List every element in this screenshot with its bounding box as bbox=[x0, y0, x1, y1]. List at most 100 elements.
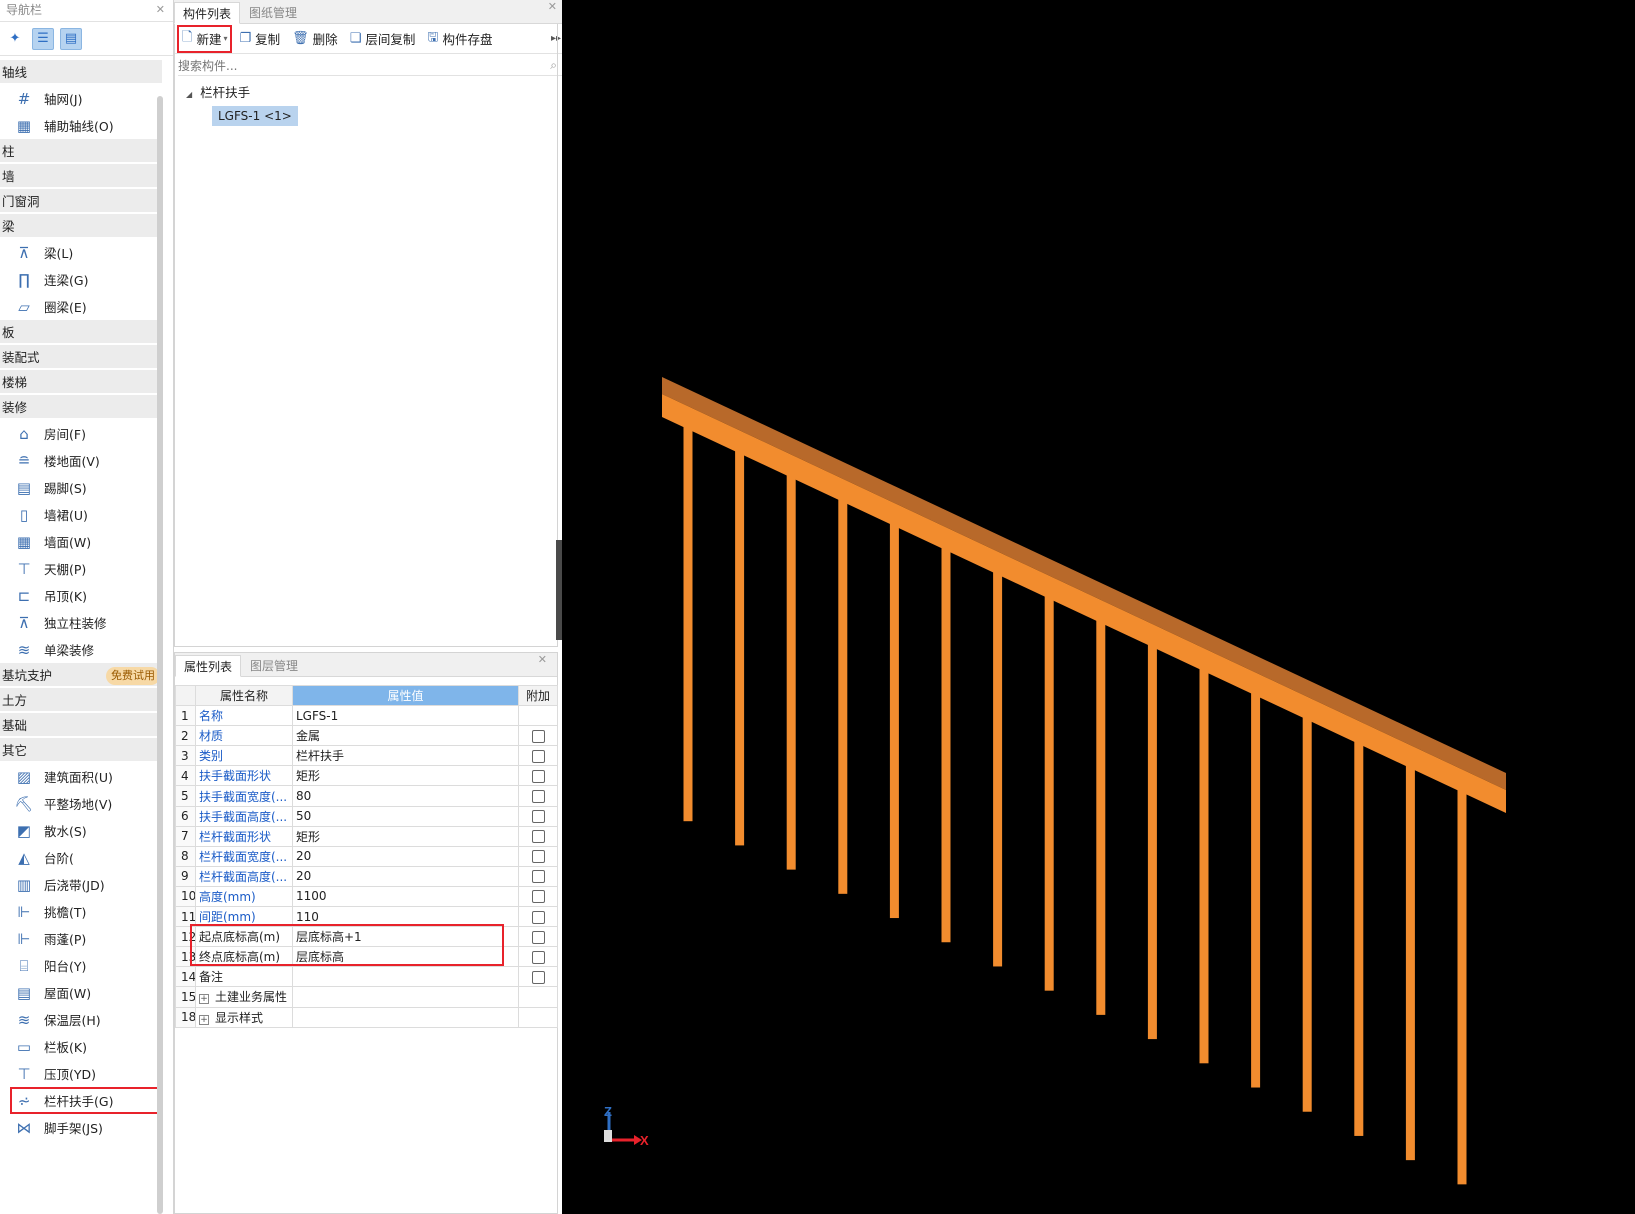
nav-item[interactable]: ⊼ 梁(L) bbox=[0, 239, 162, 266]
nav-category[interactable]: 楼梯 bbox=[0, 370, 162, 395]
nav-category[interactable]: 梁 bbox=[0, 214, 162, 239]
nav-item[interactable]: ⊤ 天棚(P) bbox=[0, 555, 162, 582]
nav-item[interactable]: ▥ 后浇带(JD) bbox=[0, 871, 162, 898]
nav-item[interactable]: ▦ 辅助轴线(O) bbox=[0, 112, 162, 139]
nav-item[interactable]: ▭ 栏板(K) bbox=[0, 1033, 162, 1060]
nav-item[interactable]: ⊏ 吊顶(K) bbox=[0, 582, 162, 609]
delete-button[interactable]: 🗑 删除 bbox=[288, 26, 342, 52]
property-value[interactable]: 层底标高+1 bbox=[292, 926, 519, 948]
list-view-icon[interactable]: ☰ bbox=[32, 27, 54, 50]
property-value[interactable] bbox=[292, 966, 519, 988]
property-value[interactable]: 110 bbox=[292, 906, 519, 928]
extra-checkbox[interactable] bbox=[531, 769, 545, 783]
property-value[interactable]: 矩形 bbox=[292, 765, 519, 787]
extra-checkbox[interactable] bbox=[531, 910, 545, 924]
nav-category[interactable]: 装修 bbox=[0, 395, 162, 420]
property-row[interactable]: 18 + 显示样式 bbox=[175, 1006, 558, 1028]
property-value[interactable] bbox=[292, 986, 519, 1008]
tab-layer-management[interactable]: 图层管理 bbox=[241, 654, 307, 676]
nav-item[interactable]: ▨ 建筑面积(U) bbox=[0, 763, 162, 790]
nav-item[interactable]: ≋ 单梁装修 bbox=[0, 636, 162, 663]
nav-category[interactable]: 基坑支护 免费试用 bbox=[0, 663, 162, 688]
expand-icon[interactable]: + bbox=[199, 994, 209, 1005]
extra-checkbox[interactable] bbox=[531, 950, 545, 964]
property-row[interactable]: 10 高度(mm) 1100 bbox=[175, 885, 558, 908]
3d-viewport[interactable]: XZ bbox=[562, 0, 1635, 1214]
nav-category[interactable]: 墙 bbox=[0, 164, 162, 189]
extra-checkbox[interactable] bbox=[531, 729, 545, 743]
copy-button[interactable]: ❐ 复制 bbox=[235, 26, 284, 52]
extra-checkbox[interactable] bbox=[531, 749, 545, 763]
search-icon[interactable]: ⌕ bbox=[550, 58, 557, 73]
nav-category[interactable]: 轴线 bbox=[0, 60, 162, 85]
extra-checkbox[interactable] bbox=[531, 830, 545, 844]
property-row[interactable]: 1 名称 LGFS-1 bbox=[175, 705, 558, 727]
extra-checkbox[interactable] bbox=[531, 870, 545, 884]
extra-checkbox[interactable] bbox=[531, 790, 545, 804]
property-row[interactable]: 11 间距(mm) 110 bbox=[175, 906, 558, 928]
nav-item[interactable]: ▤ 屋面(W) bbox=[0, 979, 162, 1006]
detail-view-icon[interactable]: ▤ bbox=[60, 27, 82, 50]
nav-item[interactable]: ≘ 楼地面(V) bbox=[0, 447, 162, 474]
nav-item[interactable]: ⌸ 阳台(Y) bbox=[0, 952, 162, 979]
property-row[interactable]: 12 起点底标高(m) 层底标高+1 bbox=[175, 926, 558, 948]
nav-scrollbar[interactable] bbox=[157, 96, 163, 1214]
free-trial-badge[interactable]: 免费试用 bbox=[106, 667, 160, 685]
nav-category[interactable]: 土方 bbox=[0, 688, 162, 713]
property-value[interactable]: 20 bbox=[292, 845, 519, 867]
nav-item[interactable]: ◭ 台阶( bbox=[0, 844, 162, 871]
extra-checkbox[interactable] bbox=[531, 850, 545, 864]
property-row[interactable]: 6 扶手截面高度(... 50 bbox=[175, 805, 558, 827]
tab-component-list[interactable]: 构件列表 bbox=[174, 2, 241, 24]
nav-item[interactable]: ◩ 散水(S) bbox=[0, 817, 162, 844]
property-row[interactable]: 14 备注 bbox=[175, 966, 558, 988]
expand-icon[interactable]: + bbox=[199, 1014, 209, 1025]
nav-category[interactable]: 板 bbox=[0, 320, 162, 345]
search-input[interactable] bbox=[178, 58, 551, 73]
property-row[interactable]: 9 栏杆截面高度(... 20 bbox=[175, 865, 558, 887]
tab-drawing-management[interactable]: 图纸管理 bbox=[240, 1, 306, 23]
extra-checkbox[interactable] bbox=[531, 890, 545, 904]
property-row[interactable]: 8 栏杆截面宽度(... 20 bbox=[175, 845, 558, 867]
toolbar-more-icon[interactable]: ▸▸ bbox=[551, 33, 561, 44]
nav-category[interactable]: 柱 bbox=[0, 139, 162, 164]
nav-item[interactable]: ⋈ 脚手架(JS) bbox=[0, 1114, 162, 1141]
nav-category[interactable]: 其它 bbox=[0, 738, 162, 763]
nav-item[interactable]: ▤ 踢脚(S) bbox=[0, 474, 162, 501]
collapse-arrow-icon[interactable]: ◢ bbox=[186, 90, 192, 99]
nav-item[interactable]: ∏ 连梁(G) bbox=[0, 266, 162, 293]
tree-group-railing[interactable]: ◢ 栏杆扶手 bbox=[186, 82, 567, 104]
property-row[interactable]: 7 栏杆截面形状 矩形 bbox=[175, 825, 558, 847]
property-value[interactable]: 矩形 bbox=[292, 825, 519, 847]
property-value[interactable]: 50 bbox=[292, 805, 519, 827]
extra-checkbox[interactable] bbox=[531, 810, 545, 824]
property-value[interactable]: 80 bbox=[292, 785, 519, 807]
property-row[interactable]: 3 类别 栏杆扶手 bbox=[175, 745, 558, 767]
nav-item[interactable]: ≋ 保温层(H) bbox=[0, 1006, 162, 1033]
nav-item[interactable]: ⊤ 压顶(YD) bbox=[0, 1060, 162, 1087]
nav-item[interactable]: ⊩ 挑檐(T) bbox=[0, 898, 162, 925]
new-button[interactable]: 🗋 新建 ▾ bbox=[176, 24, 233, 53]
property-row[interactable]: 5 扶手截面宽度(... 80 bbox=[175, 785, 558, 807]
close-icon[interactable]: ✕ bbox=[156, 0, 165, 20]
nav-category[interactable]: 装配式 bbox=[0, 345, 162, 370]
nav-category[interactable]: 门窗洞 bbox=[0, 189, 162, 214]
save-component-button[interactable]: 🖫 构件存盘 bbox=[423, 26, 496, 52]
property-row[interactable]: 13 终点底标高(m) 层底标高 bbox=[175, 946, 558, 968]
property-value[interactable]: 层底标高 bbox=[292, 946, 519, 968]
property-row[interactable]: 15 + 土建业务属性 bbox=[175, 986, 558, 1008]
nav-item[interactable]: ⊩ 雨蓬(P) bbox=[0, 925, 162, 952]
extra-checkbox[interactable] bbox=[531, 970, 545, 984]
extra-checkbox[interactable] bbox=[531, 930, 545, 944]
chevron-down-icon[interactable]: ▾ bbox=[223, 34, 227, 43]
nav-item[interactable]: ▦ 墙面(W) bbox=[0, 528, 162, 555]
tree-leaf-component[interactable]: LGFS-1 <1> bbox=[212, 106, 298, 126]
tab-property-list[interactable]: 属性列表 bbox=[175, 655, 242, 677]
property-value[interactable]: 栏杆扶手 bbox=[292, 745, 519, 767]
nav-item[interactable]: # 轴网(J) bbox=[0, 85, 162, 112]
floor-copy-button[interactable]: ❏ 层间复制 bbox=[346, 26, 420, 52]
close-icon[interactable]: ✕ bbox=[538, 653, 547, 666]
nav-item[interactable]: ▱ 圈梁(E) bbox=[0, 293, 162, 320]
nav-item[interactable]: ⌂ 房间(F) bbox=[0, 420, 162, 447]
nav-item[interactable]: ⩫ 栏杆扶手(G) bbox=[10, 1087, 160, 1114]
